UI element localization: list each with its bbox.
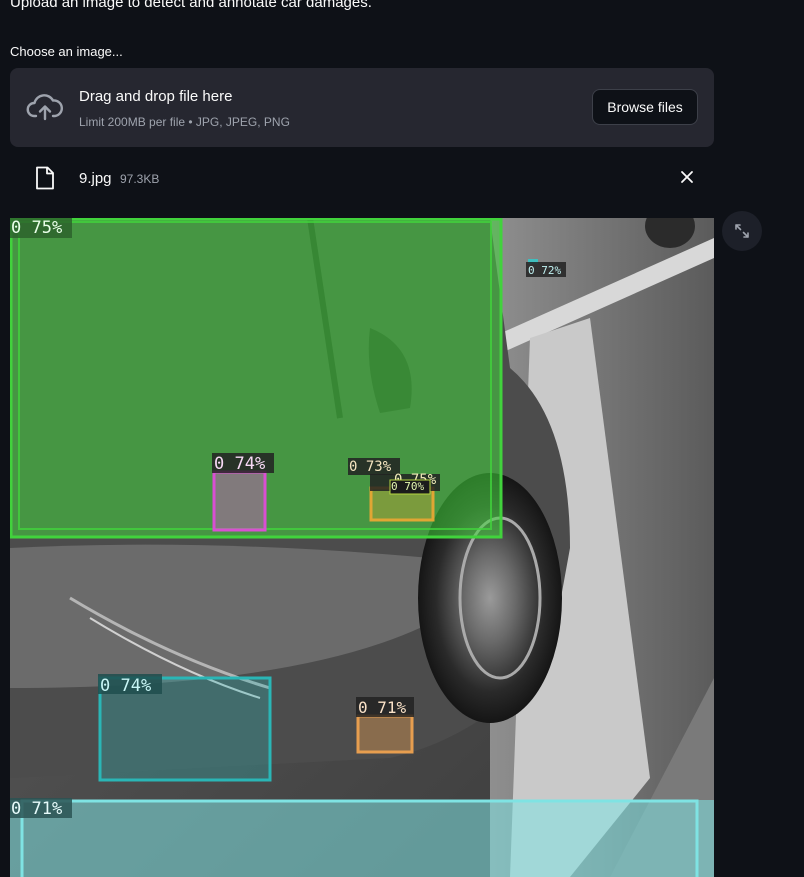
- intro-text: Upload an image to detect and annotate c…: [10, 0, 372, 11]
- detection-label: 0 71%: [358, 698, 407, 717]
- app-page: Upload an image to detect and annotate c…: [0, 0, 804, 877]
- file-dropzone[interactable]: Drag and drop file here Limit 200MB per …: [10, 68, 714, 147]
- detection-label: 0 73%: [349, 459, 392, 475]
- detection-label: 0 74%: [214, 454, 265, 474]
- file-name: 9.jpg: [79, 170, 112, 187]
- detection-label: 0 75%: [11, 218, 62, 238]
- dropzone-limit: Limit 200MB per file • JPG, JPEG, PNG: [79, 115, 290, 129]
- file-icon: [36, 166, 54, 190]
- detection-label: 0 70%: [391, 480, 424, 493]
- uploaded-file-row: 9.jpg 97.3KB: [10, 158, 714, 200]
- cloud-upload-icon: [26, 94, 64, 121]
- uploader-label: Choose an image...: [10, 44, 123, 59]
- fullscreen-button[interactable]: [722, 211, 762, 251]
- close-icon[interactable]: [680, 170, 694, 184]
- detection-label: 0 74%: [100, 676, 151, 696]
- annotated-image: 0 75% 0 72% 0 74% 0 73% 0 75% 0 70%: [10, 218, 714, 877]
- detection-label: 0 71%: [11, 799, 62, 819]
- dropzone-title: Drag and drop file here: [79, 88, 233, 105]
- browse-files-button[interactable]: Browse files: [592, 89, 698, 125]
- file-size: 97.3KB: [120, 172, 160, 186]
- detection-canvas: 0 75% 0 72% 0 74% 0 73% 0 75% 0 70%: [10, 218, 714, 877]
- detection-label: 0 72%: [528, 264, 561, 277]
- expand-icon: [735, 224, 749, 238]
